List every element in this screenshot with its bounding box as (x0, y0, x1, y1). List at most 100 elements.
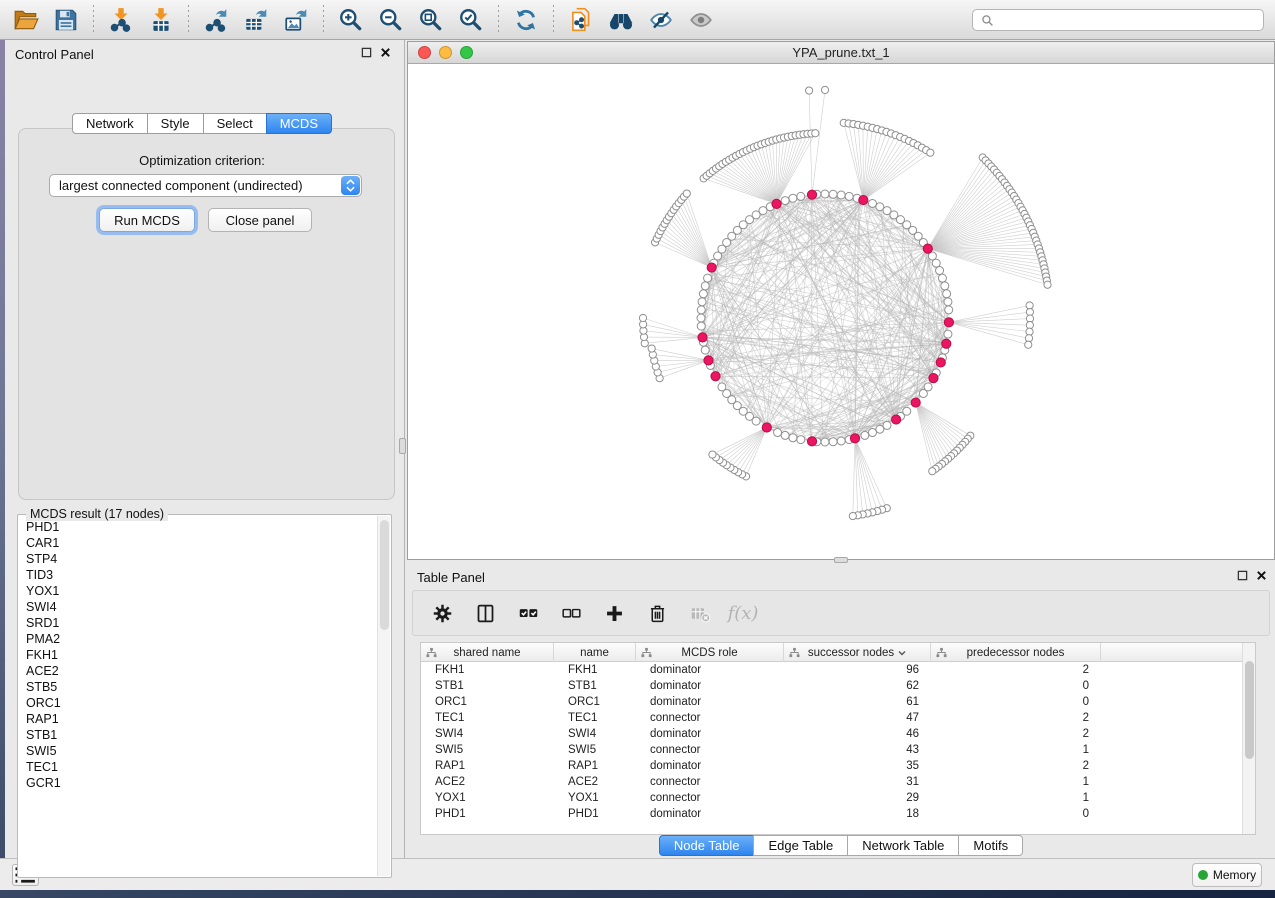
table-cell[interactable]: YOX1 (554, 790, 636, 806)
graph-node[interactable] (861, 431, 869, 439)
graph-leaf-node[interactable] (1025, 341, 1032, 348)
zoom-in-button[interactable] (331, 3, 371, 37)
add-column-button[interactable] (599, 597, 629, 629)
table-cell[interactable]: YOX1 (421, 790, 554, 806)
table-cell[interactable]: connector (636, 742, 784, 758)
mcds-result-item[interactable]: STB5 (19, 679, 377, 695)
mcds-result-item[interactable]: SWI5 (19, 743, 377, 759)
table-cell[interactable]: 47 (784, 710, 931, 726)
mcds-result-scrollbar[interactable] (377, 516, 390, 876)
graph-hub-node[interactable] (936, 358, 945, 367)
table-cell[interactable]: 2 (931, 710, 1101, 726)
import-network-button[interactable] (101, 3, 141, 37)
graph-leaf-node[interactable] (927, 149, 934, 156)
tab-style[interactable]: Style (147, 113, 204, 134)
graph-node[interactable] (868, 429, 876, 437)
graph-hub-node[interactable] (807, 437, 816, 446)
search-field[interactable] (972, 9, 1264, 31)
graph-node[interactable] (781, 197, 789, 205)
table-cell[interactable]: PHD1 (554, 806, 636, 822)
table-cell[interactable]: ACE2 (554, 774, 636, 790)
table-cell[interactable]: RAP1 (421, 758, 554, 774)
table-cell[interactable]: 1 (931, 774, 1101, 790)
graph-node[interactable] (944, 330, 952, 338)
scrollbar-thumb[interactable] (1245, 661, 1254, 759)
graph-node[interactable] (941, 282, 949, 290)
mcds-result-item[interactable]: CAR1 (19, 535, 377, 551)
graph-hub-node[interactable] (911, 398, 920, 407)
graph-leaf-node[interactable] (683, 190, 690, 197)
table-cell[interactable]: FKH1 (421, 662, 554, 678)
table-row[interactable]: FKH1FKH1dominator962 (421, 662, 1255, 678)
mcds-result-item[interactable]: RAP1 (19, 711, 377, 727)
tab-mcds[interactable]: MCDS (266, 113, 332, 134)
graph-node[interactable] (936, 267, 944, 275)
graph-node[interactable] (701, 346, 709, 354)
table-cell[interactable]: 61 (784, 694, 931, 710)
tab-motifs[interactable]: Motifs (958, 835, 1023, 856)
memory-button[interactable]: Memory (1192, 863, 1262, 887)
graph-hub-node[interactable] (942, 339, 951, 348)
mcds-result-item[interactable]: SWI4 (19, 599, 377, 615)
graph-node[interactable] (704, 274, 712, 282)
graph-node[interactable] (781, 431, 789, 439)
table-cell[interactable]: 2 (931, 662, 1101, 678)
column-layout-button[interactable] (470, 597, 500, 629)
graph-node[interactable] (943, 290, 951, 298)
graph-hub-node[interactable] (892, 415, 901, 424)
graph-hub-node[interactable] (772, 199, 781, 208)
mcds-result-item[interactable]: GCR1 (19, 775, 377, 791)
table-cell[interactable]: dominator (636, 662, 784, 678)
table-cell[interactable]: SWI4 (421, 726, 554, 742)
column-header-name[interactable]: name (554, 643, 636, 662)
graph-node[interactable] (868, 199, 876, 207)
graph-node[interactable] (829, 190, 837, 198)
table-cell[interactable]: 0 (931, 678, 1101, 694)
mcds-result-item[interactable]: ACE2 (19, 663, 377, 679)
mcds-result-item[interactable]: YOX1 (19, 583, 377, 599)
graph-node[interactable] (845, 192, 853, 200)
table-row[interactable]: ACE2ACE2connector311 (421, 774, 1255, 790)
new-network-from-selection-button[interactable] (561, 3, 601, 37)
graph-hub-node[interactable] (944, 318, 953, 327)
table-cell[interactable]: 96 (784, 662, 931, 678)
graph-node[interactable] (837, 191, 845, 199)
import-table-button[interactable] (141, 3, 181, 37)
tab-edge-table[interactable]: Edge Table (753, 835, 848, 856)
table-cell[interactable]: FKH1 (554, 662, 636, 678)
table-row[interactable]: SWI4SWI4dominator462 (421, 726, 1255, 742)
graph-node[interactable] (945, 306, 953, 314)
graph-node[interactable] (876, 425, 884, 433)
graph-node[interactable] (697, 306, 705, 314)
table-row[interactable]: TEC1TEC1connector472 (421, 710, 1255, 726)
refresh-layout-button[interactable] (506, 3, 546, 37)
table-settings-button[interactable] (427, 597, 457, 629)
graph-node[interactable] (699, 290, 707, 298)
column-header-successor-nodes[interactable]: successor nodes (784, 643, 931, 662)
graph-hub-node[interactable] (923, 244, 932, 253)
graph-node[interactable] (797, 436, 805, 444)
graph-hub-node[interactable] (929, 374, 938, 383)
mcds-result-item[interactable]: TID3 (19, 567, 377, 583)
mcds-result-item[interactable]: PMA2 (19, 631, 377, 647)
close-panel-button[interactable]: Close panel (208, 208, 312, 232)
mcds-result-item[interactable]: ORC1 (19, 695, 377, 711)
graph-node[interactable] (698, 298, 706, 306)
table-cell[interactable]: 62 (784, 678, 931, 694)
table-cell[interactable]: SWI4 (554, 726, 636, 742)
criterion-dropdown[interactable]: largest connected component (undirected) (49, 174, 362, 197)
mcds-result-item[interactable]: STB1 (19, 727, 377, 743)
table-cell[interactable]: 43 (784, 742, 931, 758)
float-panel-icon[interactable] (1237, 570, 1248, 581)
graph-node[interactable] (829, 438, 837, 446)
mcds-result-item[interactable]: FKH1 (19, 647, 377, 663)
graph-node[interactable] (697, 322, 705, 330)
mcds-result-item[interactable]: TEC1 (19, 759, 377, 775)
table-cell[interactable]: 1 (931, 790, 1101, 806)
graph-node[interactable] (697, 314, 705, 322)
table-cell[interactable]: dominator (636, 726, 784, 742)
scrollbar-thumb[interactable] (380, 520, 389, 630)
graph-hub-node[interactable] (707, 263, 716, 272)
tab-network[interactable]: Network (72, 113, 148, 134)
table-cell[interactable]: STB1 (554, 678, 636, 694)
